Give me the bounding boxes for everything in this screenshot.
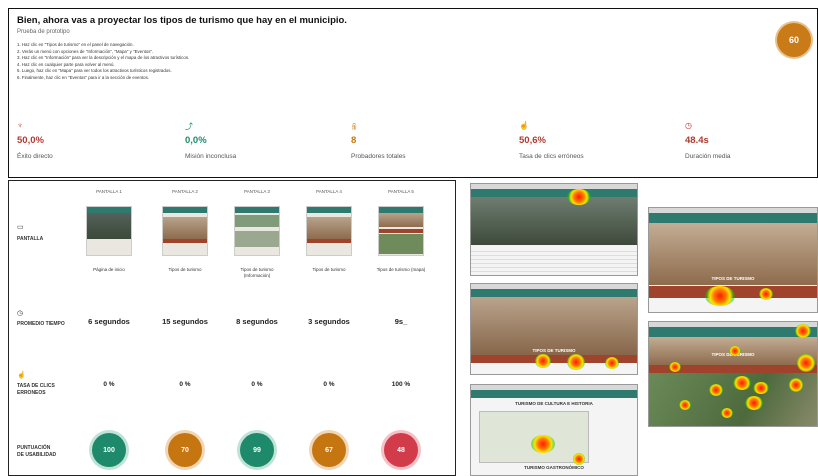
screen-icon: ▭	[17, 224, 24, 231]
click-hotspot	[789, 378, 803, 392]
metric-value: 50,6%	[519, 135, 546, 146]
metric-label: Éxito directo	[17, 153, 53, 160]
column-header: PANTALLA 5	[388, 189, 414, 194]
usability-score-ring: 70	[168, 433, 202, 467]
usability-score-ring: 67	[312, 433, 346, 467]
click-icon: ☝	[17, 372, 26, 379]
task-summary-card: Bien, ahora vas a proyectar los tipos de…	[8, 8, 818, 178]
screens-table: ▭ PANTALLA ◷ PROMEDIO TIEMPO ☝ TASA DE C…	[8, 180, 456, 476]
heatmap-label: TIPOS DE TURISMO	[532, 348, 576, 353]
screen-caption: Tipos de turismo	[168, 267, 202, 272]
screen-thumbnail[interactable]	[306, 206, 352, 256]
metric-direct-success: ♆ 50,0% Éxito directo	[17, 121, 177, 177]
error-rate-value: 100 %	[391, 381, 411, 388]
click-hotspot	[753, 382, 769, 394]
column-header: PANTALLA 1	[96, 189, 122, 194]
click-hotspot	[745, 396, 763, 410]
metric-value: 0,0%	[185, 135, 207, 146]
task-title: Bien, ahora vas a proyectar los tipos de…	[17, 15, 347, 26]
screen-caption: Tipos de turismo	[312, 267, 346, 272]
click-hotspot	[729, 346, 741, 356]
heatmap-label: TURISMO DE CULTURA E HISTORIA	[515, 401, 593, 406]
avg-time-value: 9s_	[394, 317, 408, 326]
clock-icon: ◷	[685, 121, 692, 130]
click-icon: ☝	[519, 121, 529, 130]
metric-misclick-rate: ☝ 50,6% Tasa de clics erróneos	[519, 121, 679, 177]
heatmap-label: TIPOS DE TURISMO	[711, 276, 755, 281]
step-item: 1. Haz clic en "Tipos de turismo" en el …	[17, 42, 134, 47]
users-icon: ꆜ	[351, 123, 358, 132]
column-header: PANTALLA 2	[172, 189, 198, 194]
target-icon: ♆	[17, 121, 23, 130]
usability-score-ring: 99	[240, 433, 274, 467]
click-hotspot	[721, 408, 733, 418]
click-hotspot	[795, 324, 811, 338]
step-item: 4. Haz clic en cualquier parte para volv…	[17, 61, 115, 67]
heatmap-tourism-types-2: TIPOS DE TURISMO	[648, 207, 818, 313]
screen-caption: Tipos de turismo (Información)	[240, 267, 274, 278]
usability-score-ring: 48	[384, 433, 418, 467]
column-header: PANTALLA 4	[316, 189, 342, 194]
heatmap-label: TURISMO GASTRONÓMICO	[524, 465, 584, 470]
screen-thumbnail[interactable]	[162, 206, 208, 256]
error-rate-value: 0 %	[179, 381, 191, 388]
click-hotspot	[733, 376, 751, 390]
click-hotspot	[759, 288, 773, 300]
click-hotspot	[567, 189, 591, 205]
overall-score-badge: 60	[777, 23, 811, 57]
clock-icon: ◷	[17, 310, 24, 317]
error-rate-value: 0 %	[103, 381, 115, 388]
click-hotspot	[679, 400, 691, 410]
heatmap-home	[470, 183, 638, 276]
metric-value: 48.4s	[685, 135, 709, 146]
click-hotspot	[669, 362, 681, 372]
metric-label: Tasa de clics erróneos	[519, 153, 584, 160]
click-hotspot	[705, 286, 735, 306]
step-item: 6. Finalmente, haz clic en "Eventos" par…	[17, 74, 149, 80]
row-label-screen: PANTALLA	[17, 236, 44, 242]
click-hotspot	[531, 435, 555, 453]
screen-thumbnail[interactable]	[378, 206, 424, 256]
click-hotspot	[797, 354, 815, 372]
error-rate-value: 0 %	[323, 381, 335, 388]
metric-value: 50,0%	[17, 135, 44, 146]
click-hotspot	[573, 453, 585, 465]
click-hotspot	[709, 384, 723, 396]
click-hotspot	[567, 354, 585, 370]
metric-label: Duración media	[685, 153, 731, 160]
avg-time-value: 6 segundos	[88, 317, 130, 326]
avg-time-value: 8 segundos	[236, 317, 278, 326]
screen-thumbnail[interactable]	[86, 206, 132, 256]
screen-caption: Página de inicio	[93, 267, 125, 272]
heatmap-info: TURISMO DE CULTURA E HISTORIA TURISMO GA…	[470, 384, 638, 476]
step-item: 5. Luego, haz clic en "Mapa" para ver to…	[17, 68, 172, 74]
metric-testers: ꆜ 8 Probadores totales	[351, 121, 511, 177]
metric-label: Probadores totales	[351, 153, 406, 160]
heatmap-map: TIPOS DE TURISMO	[648, 321, 818, 427]
task-subtitle: Prueba de prototipo	[17, 29, 70, 35]
metric-value: 8	[351, 135, 357, 146]
task-steps: 1. Haz clic en "Tipos de turismo" en el …	[17, 42, 189, 82]
error-rate-value: 0 %	[251, 381, 263, 388]
screen-thumbnail[interactable]	[234, 206, 280, 256]
row-label-errors: TASA DE CLICS ERRONEOS	[17, 383, 55, 396]
column-header: PANTALLA 3	[244, 189, 270, 194]
metrics-row: ♆ 50,0% Éxito directo ⤴ 0,0% Misión inco…	[9, 121, 818, 177]
avg-time-value: 3 segundos	[308, 317, 350, 326]
path-icon: ⤴	[185, 122, 193, 131]
click-hotspot	[605, 357, 619, 369]
step-item: 2. Verás un menú con opciones de "Inform…	[17, 48, 154, 54]
metric-label: Misión inconclusa	[185, 153, 237, 160]
metric-avg-duration: ◷ 48.4s Duración media	[685, 121, 818, 177]
row-label-time: PROMEDIO TIEMPO	[17, 321, 65, 327]
screen-caption: Tipos de turismo (mapa)	[376, 267, 426, 272]
click-hotspot	[535, 354, 551, 368]
row-label-usability: PUNTUACIÓN DE USABILIDAD	[17, 445, 57, 458]
step-item: 3. Haz clic en "Información" para ver la…	[17, 55, 190, 61]
avg-time-value: 15 segundos	[162, 317, 208, 326]
heatmap-tourism-types: TIPOS DE TURISMO	[470, 283, 638, 375]
usability-score-ring: 100	[92, 433, 126, 467]
metric-unfinished: ⤴ 0,0% Misión inconclusa	[185, 121, 345, 177]
